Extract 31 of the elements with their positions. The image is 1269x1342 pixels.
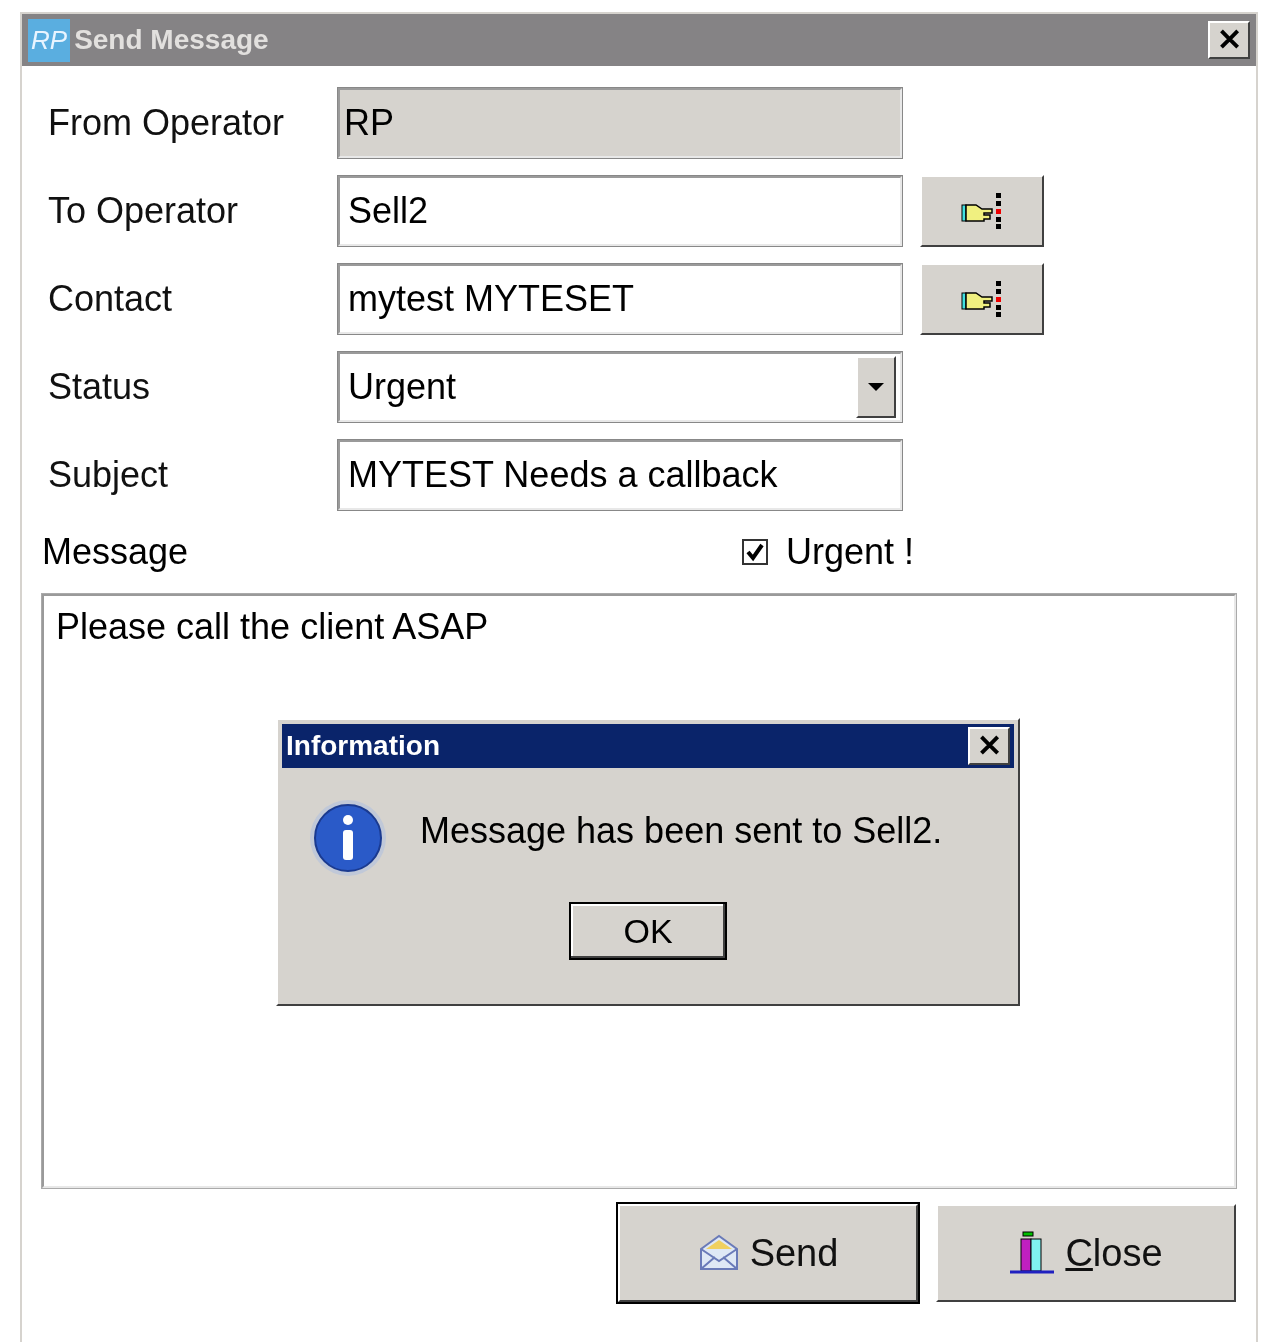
field-label: Message — [42, 531, 190, 573]
field-label: Status — [47, 366, 152, 408]
info-icon — [308, 798, 388, 878]
pick-button[interactable] — [920, 263, 1044, 335]
field-label: From Operator — [47, 102, 286, 144]
checkbox-label: Urgent ! — [786, 531, 915, 573]
pointing-hand-icon — [960, 279, 1004, 319]
field-label: To Operator — [47, 190, 240, 232]
checkbox[interactable] — [742, 539, 768, 565]
info-message: Message has been sent to Sell2. — [420, 810, 943, 852]
close-button[interactable]: ✕ — [968, 727, 1010, 765]
close-button[interactable]: Close — [936, 1204, 1236, 1302]
exit-door-icon — [1009, 1231, 1056, 1275]
status-dropdown[interactable]: Urgent — [338, 352, 902, 422]
app-logo: RP — [28, 18, 71, 62]
field-label: Subject — [47, 454, 170, 496]
input-field[interactable]: mytest MYTESET — [338, 264, 902, 334]
envelope-icon — [697, 1233, 740, 1273]
window-title: Send Message — [74, 24, 270, 56]
ok-button[interactable]: OK — [569, 902, 727, 960]
field-label: Contact — [47, 278, 174, 320]
input-field[interactable]: Sell2 — [338, 176, 902, 246]
close-button[interactable]: ✕ — [1208, 21, 1250, 59]
send-button[interactable]: Send — [618, 1204, 918, 1302]
pointing-hand-icon — [960, 191, 1004, 231]
pick-button[interactable] — [920, 175, 1044, 247]
input-field[interactable]: MYTEST Needs a callback — [338, 440, 902, 510]
input-field[interactable]: RP — [338, 88, 902, 158]
message-text: Please call the client ASAP — [56, 606, 489, 647]
message-field[interactable]: Please call the client ASAP Information ✕ Message has been sent to Sell2. OK — [42, 594, 1236, 1188]
dialog-title: Information — [286, 730, 441, 762]
